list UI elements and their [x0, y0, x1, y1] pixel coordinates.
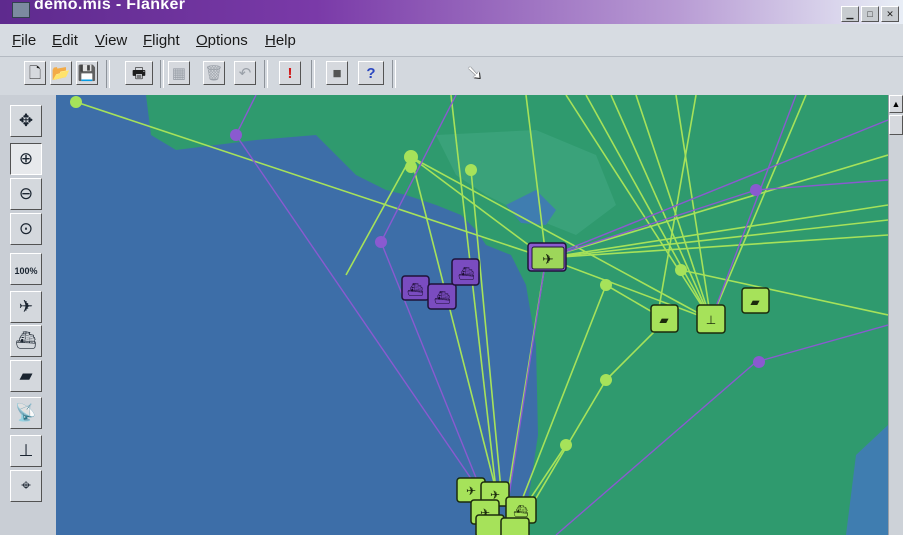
waypoint[interactable] [750, 184, 762, 196]
save-file-button[interactable]: 💾 [76, 61, 98, 85]
menu-flight[interactable]: Flight [143, 32, 180, 49]
target-tool[interactable]: ⌖ [10, 470, 42, 502]
menu-bar: File Edit View Flight Options Help [0, 24, 903, 57]
mouse-cursor-icon: ➘ [466, 62, 483, 84]
title-bar: demo.mis - Flanker ▁ □ ✕ [0, 0, 903, 24]
toolbar: 🗋 📂 💾 🖶 ▦ 🗑 ↶ ! ■ ? [0, 57, 903, 95]
svg-text:⛴: ⛴ [513, 504, 528, 518]
airfield-icon: ⊥ [18, 441, 34, 460]
waypoint[interactable] [753, 356, 765, 368]
stop-button[interactable]: ■ [326, 61, 348, 85]
window-controls: ▁ □ ✕ [841, 6, 899, 22]
menu-options[interactable]: Options [196, 32, 248, 49]
tank-unit[interactable]: ▰ [741, 287, 770, 314]
waypoint[interactable] [375, 236, 387, 248]
move-tool[interactable]: ✥ [10, 105, 42, 137]
airfield-unit[interactable]: ✈ [527, 242, 567, 272]
tank-unit[interactable]: ▰ [650, 304, 679, 333]
print-button[interactable]: 🖶 [125, 61, 153, 85]
zoom-fit-icon: ⊙ [18, 219, 34, 238]
waypoint[interactable] [560, 439, 572, 451]
map-canvas[interactable]: ⛴ ⛴ ⛴ ✈ ▰ ⊥ ▰ ✈ ✈ ✈ ⛴ [56, 95, 888, 535]
context-help-button[interactable]: ? [358, 61, 384, 85]
toolbar-separator [311, 60, 315, 88]
undo-button[interactable]: ↶ [234, 61, 256, 85]
tool-palette: ✥ ⊕ ⊖ ⊙ 100% ✈ ⛴ ▰ 📡 ⊥ ⌖ [0, 95, 56, 535]
radar-tool[interactable]: 📡 [10, 397, 42, 429]
zoom-out-tool[interactable]: ⊖ [10, 178, 42, 210]
open-file-button[interactable]: 📂 [50, 61, 72, 85]
minimize-button[interactable]: ▁ [841, 6, 859, 22]
waypoint[interactable] [465, 164, 477, 176]
svg-text:▰: ▰ [750, 295, 760, 309]
aircraft-unit[interactable] [475, 514, 505, 535]
menu-file[interactable]: File [12, 32, 36, 49]
waypoint[interactable] [600, 279, 612, 291]
window-title: demo.mis - Flanker [34, 0, 186, 13]
zoom-100-icon: 100% [14, 266, 38, 276]
waypoint[interactable] [600, 374, 612, 386]
move-icon: ✥ [18, 111, 34, 130]
svg-text:⛴: ⛴ [458, 266, 475, 282]
svg-text:⊥: ⊥ [706, 313, 716, 327]
alert-button[interactable]: ! [279, 61, 301, 85]
app-icon [12, 2, 30, 18]
svg-text:⛴: ⛴ [407, 282, 424, 298]
radar-icon: 📡 [15, 403, 37, 422]
toolbar-separator [264, 60, 268, 88]
zoom-in-icon: ⊕ [18, 149, 34, 168]
svg-text:✈: ✈ [466, 484, 476, 498]
toolbar-separator [106, 60, 110, 88]
svg-text:⛴: ⛴ [434, 290, 451, 306]
airfield-unit[interactable]: ⊥ [696, 304, 726, 334]
grid-button[interactable]: ▦ [168, 61, 190, 85]
waypoint[interactable] [405, 161, 417, 173]
waypoint[interactable] [70, 96, 82, 108]
aircraft-unit[interactable] [500, 517, 530, 535]
menu-view[interactable]: View [95, 32, 127, 49]
zoom-100-tool[interactable]: 100% [10, 253, 42, 285]
tank-icon: ▰ [19, 366, 33, 385]
ship-unit[interactable]: ⛴ [427, 283, 457, 310]
target-icon: ⌖ [21, 476, 31, 495]
ship-tool[interactable]: ⛴ [10, 325, 42, 357]
ship-unit[interactable]: ⛴ [451, 258, 480, 286]
menu-edit[interactable]: Edit [52, 32, 78, 49]
delete-button[interactable]: 🗑 [203, 61, 225, 85]
svg-text:▰: ▰ [659, 313, 669, 327]
vertical-scrollbar[interactable]: ▲ [888, 95, 903, 535]
aircraft-tool[interactable]: ✈ [10, 291, 42, 323]
zoom-in-tool[interactable]: ⊕ [10, 143, 42, 175]
aircraft-icon: ✈ [18, 297, 34, 316]
scroll-thumb[interactable] [889, 115, 903, 135]
mission-map[interactable]: ⛴ ⛴ ⛴ ✈ ▰ ⊥ ▰ ✈ ✈ ✈ ⛴ [56, 95, 888, 535]
toolbar-separator [392, 60, 396, 88]
airfield-tool[interactable]: ⊥ [10, 435, 42, 467]
ship-unit[interactable]: ⛴ [401, 275, 430, 301]
zoom-fit-tool[interactable]: ⊙ [10, 213, 42, 245]
maximize-button[interactable]: □ [861, 6, 879, 22]
waypoint[interactable] [230, 129, 242, 141]
ship-icon: ⛴ [15, 331, 37, 350]
new-file-button[interactable]: 🗋 [24, 61, 46, 85]
close-button[interactable]: ✕ [881, 6, 899, 22]
waypoint[interactable] [675, 264, 687, 276]
svg-text:✈: ✈ [542, 252, 554, 268]
tank-tool[interactable]: ▰ [10, 360, 42, 392]
toolbar-separator [160, 60, 164, 88]
menu-help[interactable]: Help [265, 32, 296, 49]
zoom-out-icon: ⊖ [18, 184, 34, 203]
scroll-up-button[interactable]: ▲ [889, 95, 903, 113]
